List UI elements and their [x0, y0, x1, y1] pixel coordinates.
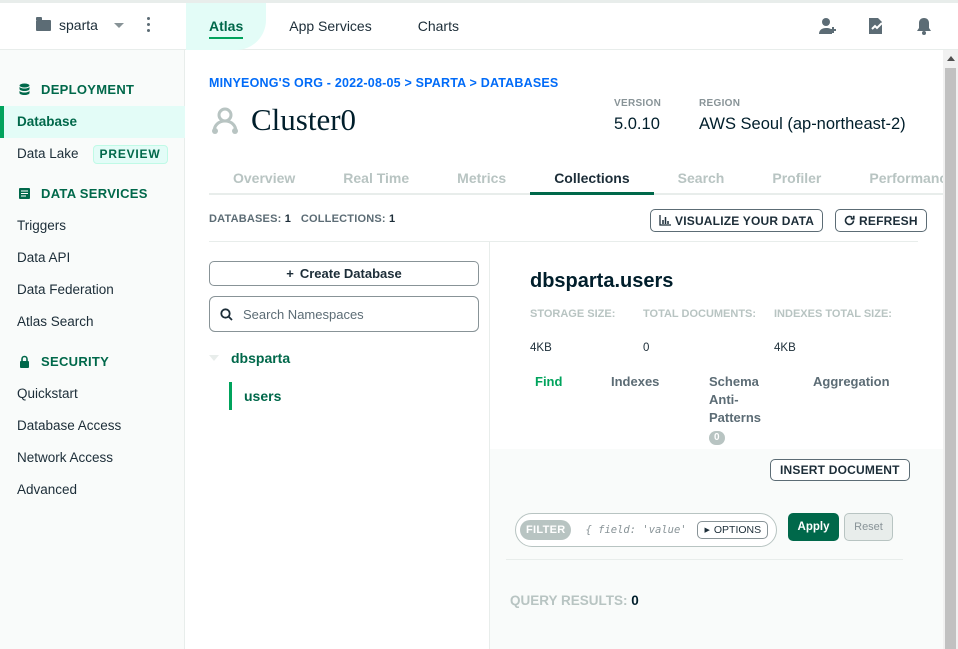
sidebar-item-atlas-search[interactable]: Atlas Search [0, 306, 185, 338]
tab-profiler[interactable]: Profiler [748, 164, 845, 193]
sidebar-item-database-access[interactable]: Database Access [0, 410, 185, 442]
database-icon [19, 83, 30, 95]
tab-overview[interactable]: Overview [209, 164, 319, 193]
project-selector[interactable]: sparta [36, 16, 124, 33]
tab-performance[interactable]: Performance [845, 164, 943, 193]
lock-icon [20, 355, 29, 368]
tree-collection-item[interactable]: users [229, 382, 281, 410]
visualize-data-button[interactable]: VISUALIZE YOUR DATA [650, 209, 824, 232]
storage-size-stat: STORAGE SIZE: 4KB [530, 308, 616, 354]
tree-database-item[interactable]: dbsparta [209, 350, 290, 366]
create-database-button[interactable]: + Create Database [209, 261, 479, 286]
tab-search[interactable]: Search [654, 164, 749, 193]
sidebar-section-data-services: DATA SERVICES [0, 186, 148, 201]
indexes-size-stat: INDEXES TOTAL SIZE: 4KB [774, 308, 892, 354]
sidebar-item-quickstart[interactable]: Quickstart [0, 378, 185, 410]
subtab-schema-anti-patterns[interactable]: Schema Anti- Patterns 0 [709, 373, 761, 445]
sidebar-item-advanced[interactable]: Advanced [0, 474, 185, 506]
main-content: MINYEONG'S ORG - 2022-08-05 > SPARTA > D… [185, 50, 943, 649]
cluster-icon [212, 107, 238, 134]
nav-app-services[interactable]: App Services [266, 3, 394, 50]
sidebar-section-security: SECURITY [0, 354, 109, 369]
search-namespaces-input[interactable]: Search Namespaces [209, 296, 479, 332]
page-title: Cluster0 [251, 102, 357, 137]
filter-label: FILTER [520, 520, 572, 540]
sidebar-item-database[interactable]: Database [0, 106, 185, 138]
caret-right-icon: ▶ [704, 527, 710, 534]
plus-icon: + [286, 266, 294, 281]
invite-user-icon[interactable] [818, 16, 838, 36]
documents-panel: INSERT DOCUMENT FILTER { field: 'value' … [490, 449, 943, 649]
notifications-icon[interactable] [914, 16, 934, 36]
scrollbar-thumb[interactable] [945, 68, 956, 649]
chart-icon [659, 215, 671, 226]
data-services-icon [19, 188, 30, 199]
top-nav: Atlas App Services Charts [186, 3, 482, 50]
scroll-up-icon[interactable] [947, 56, 955, 61]
cluster-header: Cluster0 [209, 102, 356, 138]
insert-document-button[interactable]: INSERT DOCUMENT [770, 459, 910, 481]
preview-badge: PREVIEW [92, 144, 168, 164]
nav-atlas[interactable]: Atlas [186, 3, 267, 50]
folder-icon [36, 16, 51, 31]
filter-input[interactable]: { field: 'value' [585, 524, 697, 536]
sidebar: DEPLOYMENT Database Data Lake PREVIEW DAT… [0, 50, 185, 649]
refresh-button[interactable]: REFRESH [835, 209, 927, 232]
sidebar-item-triggers[interactable]: Triggers [0, 210, 185, 242]
sidebar-item-data-lake[interactable]: Data Lake PREVIEW [0, 138, 185, 170]
namespace-stats: DATABASES: 1 COLLECTIONS: 1 [209, 213, 396, 225]
sidebar-item-data-federation[interactable]: Data Federation [0, 274, 185, 306]
options-button[interactable]: ▶ OPTIONS [697, 521, 769, 539]
reset-button[interactable]: Reset [844, 513, 893, 541]
tab-metrics[interactable]: Metrics [433, 164, 530, 193]
more-options-icon[interactable] [144, 17, 152, 32]
tab-collections[interactable]: Collections [530, 164, 654, 195]
breadcrumb[interactable]: MINYEONG'S ORG - 2022-08-05 > SPARTA > D… [209, 76, 558, 90]
top-bar: sparta Atlas App Services Charts [0, 0, 958, 50]
subtab-find[interactable]: Find [535, 373, 562, 391]
region-info: REGION AWS Seoul (ap-northeast-2) [699, 98, 906, 133]
filter-bar: FILTER { field: 'value' ▶ OPTIONS [515, 513, 777, 547]
project-name: sparta [59, 17, 98, 33]
sidebar-item-network-access[interactable]: Network Access [0, 442, 185, 474]
refresh-icon [844, 215, 855, 226]
nav-charts[interactable]: Charts [395, 3, 482, 50]
subtab-aggregation[interactable]: Aggregation [813, 373, 890, 391]
tab-real-time[interactable]: Real Time [319, 164, 433, 193]
search-placeholder: Search Namespaces [243, 306, 364, 322]
sidebar-item-data-api[interactable]: Data API [0, 242, 185, 274]
subtab-indexes[interactable]: Indexes [611, 373, 659, 391]
apply-button[interactable]: Apply [788, 513, 839, 541]
count-badge: 0 [709, 431, 725, 445]
total-documents-stat: TOTAL DOCUMENTS: 0 [643, 308, 757, 354]
collection-title: dbsparta.users [530, 270, 674, 292]
search-icon [220, 307, 233, 321]
cluster-tabs: Overview Real Time Metrics Collections S… [209, 164, 943, 195]
caret-down-icon [209, 355, 219, 361]
sidebar-section-deployment: DEPLOYMENT [0, 82, 134, 97]
query-results: QUERY RESULTS: 0 [510, 593, 639, 608]
version-info: VERSION 5.0.10 [614, 98, 662, 133]
chevron-down-icon [113, 22, 124, 28]
scrollbar[interactable] [943, 50, 958, 649]
activity-feed-icon[interactable] [866, 16, 886, 36]
